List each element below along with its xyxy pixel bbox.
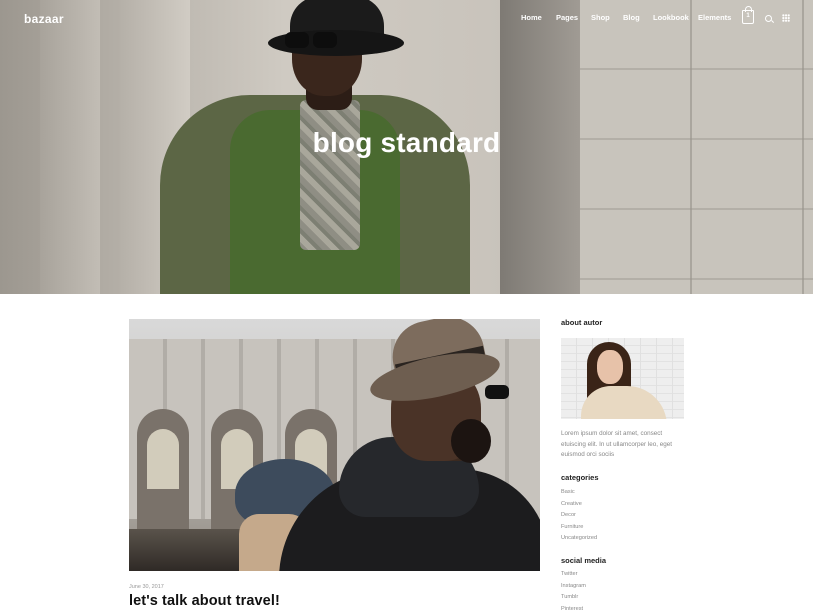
about-text: Lorem ipsum dolor sit amet, consect etui… [561, 430, 672, 458]
post-title[interactable]: let's talk about travel! [129, 593, 280, 609]
social-list: Twitter Instagram Tumblr Pinterest [561, 569, 586, 615]
category-link[interactable]: Basic [561, 487, 597, 499]
post-featured-image[interactable] [129, 319, 540, 571]
category-link[interactable]: Uncategorized [561, 533, 597, 545]
cart-count: 1 [746, 13, 750, 19]
image-bg-arch [137, 409, 189, 539]
site-logo[interactable]: bazaar [24, 12, 64, 26]
cart-icon[interactable]: 1 [742, 6, 754, 24]
social-link-tumblr[interactable]: Tumblr [561, 592, 586, 604]
sidebar-heading-about: about autor [561, 318, 603, 327]
categories-list: Basic Creative Decor Furniture Uncategor… [561, 487, 597, 545]
image-man-beard [451, 419, 491, 463]
sidebar-heading-social: social media [561, 556, 607, 565]
search-icon[interactable] [765, 15, 772, 22]
hero-banner: blog standard [0, 0, 813, 294]
category-link[interactable]: Decor [561, 510, 597, 522]
sidebar-heading-categories: categories [561, 473, 599, 482]
social-link-pinterest[interactable]: Pinterest [561, 604, 586, 616]
nav-item-elements[interactable]: Elements [698, 13, 731, 22]
nav-item-shop[interactable]: Shop [591, 13, 610, 22]
social-link-twitter[interactable]: Twitter [561, 569, 586, 581]
author-face [597, 350, 623, 384]
grid-menu-icon[interactable] [782, 14, 790, 22]
nav-item-lookbook[interactable]: Lookbook [653, 13, 689, 22]
post-date: June 30, 2017 [129, 584, 164, 590]
page-title: blog standard [312, 127, 501, 158]
nav-item-home[interactable]: Home [521, 13, 542, 22]
hero-person-shirt [300, 100, 360, 250]
category-link[interactable]: Creative [561, 499, 597, 511]
site-header: bazaar Home Pages Shop Blog Lookbook Ele… [0, 0, 813, 36]
nav-item-blog[interactable]: Blog [623, 13, 640, 22]
author-photo [561, 338, 684, 419]
nav-item-pages[interactable]: Pages [556, 13, 578, 22]
social-link-instagram[interactable]: Instagram [561, 581, 586, 593]
category-link[interactable]: Furniture [561, 522, 597, 534]
image-man-sunglasses [485, 385, 509, 399]
